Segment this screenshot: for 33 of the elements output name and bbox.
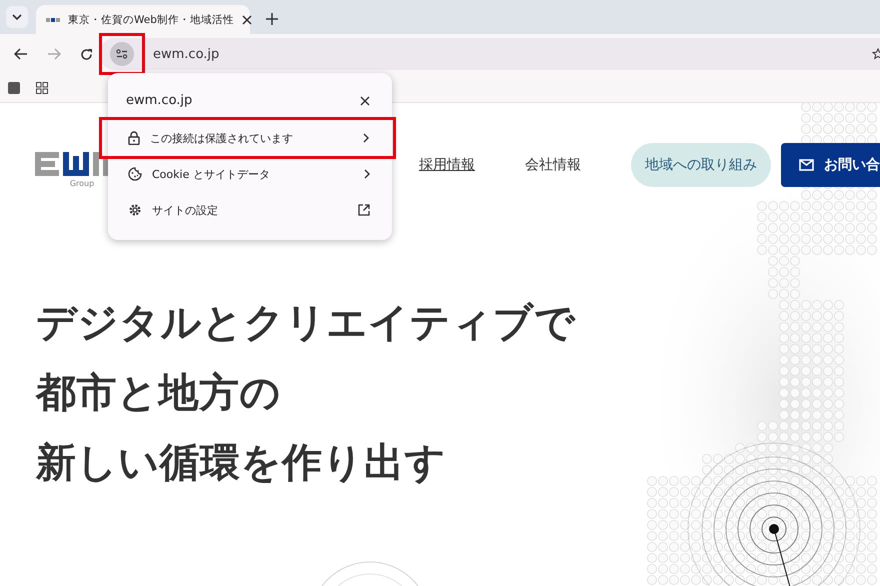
nav-link[interactable]: 採用情報	[419, 156, 475, 174]
tab-title: 東京・佐賀のWeb制作・地域活性	[68, 12, 234, 26]
tune-icon	[116, 49, 128, 59]
site-info-button[interactable]	[110, 42, 134, 66]
contact-button[interactable]: お問い合	[781, 143, 880, 187]
cookie-icon	[128, 167, 142, 181]
nav-link[interactable]: 会社情報	[525, 156, 581, 174]
popup-title: ewm.co.jp	[126, 93, 192, 108]
tab-list-button[interactable]	[6, 6, 28, 28]
apps-grid-icon[interactable]	[36, 82, 48, 94]
favicon-icon	[46, 16, 60, 22]
hero-headline: 新しい循環を作り出す	[36, 439, 447, 487]
external-link-icon	[358, 204, 370, 216]
close-icon[interactable]	[242, 14, 252, 24]
nav-pill-button[interactable]: 地域への取り組み	[631, 143, 771, 187]
square-icon[interactable]	[8, 82, 20, 94]
popup-menu-item[interactable]: Cookie とサイトデータ	[108, 156, 392, 192]
mail-icon	[799, 159, 814, 171]
hero-headline: 都市と地方の	[36, 369, 282, 417]
lock-icon	[128, 131, 140, 145]
logo-caption: Group	[70, 179, 94, 188]
reload-icon[interactable]	[80, 48, 93, 60]
new-tab-icon[interactable]	[266, 13, 278, 25]
settings-icon	[128, 203, 142, 217]
hero-headline: デジタルとクリエイティブで	[36, 299, 576, 347]
chevron-right-icon	[364, 169, 370, 179]
chevron-right-icon	[363, 133, 369, 143]
browser-tab[interactable]: 東京・佐賀のWeb制作・地域活性	[36, 5, 250, 34]
popup-menu-item[interactable]: サイトの設定	[108, 192, 392, 228]
popup-menu-item[interactable]: この接続は保護されています	[102, 120, 393, 156]
back-arrow-icon[interactable]	[14, 48, 28, 60]
chevron-down-icon	[12, 14, 22, 20]
close-icon[interactable]	[360, 96, 370, 106]
